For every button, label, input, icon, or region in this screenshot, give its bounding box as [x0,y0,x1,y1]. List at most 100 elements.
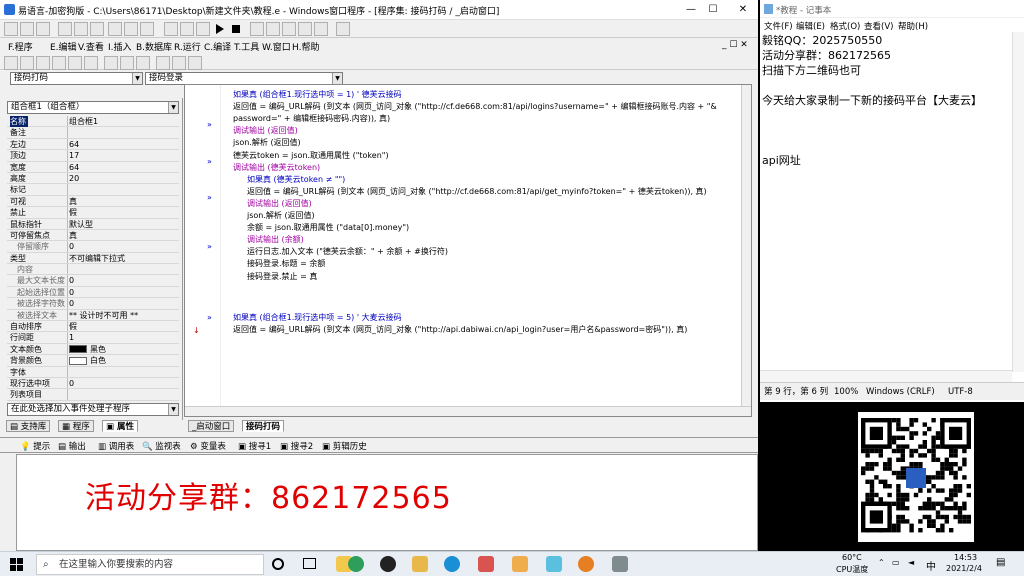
tab-variables[interactable]: ⚙ 变量表 [190,440,226,452]
property-row[interactable]: 禁止 假 [7,207,179,219]
tab-jiema-dama[interactable]: 接码打码 [242,420,285,432]
tab-program[interactable]: ▦ 程序 [58,420,94,432]
media-app-icon[interactable] [612,556,628,572]
code-line[interactable]: password=" + 编辑框接码密码.内容)), 真) [233,113,390,124]
output-panel[interactable]: 活动分享群：862172565 [16,454,758,551]
tab-call-table[interactable]: ▥ 调用表 [98,440,134,452]
notepad-hscrollbar[interactable] [760,370,1012,382]
property-row[interactable]: 字体 [7,367,179,378]
uncomment-icon[interactable] [68,56,82,70]
step-into-icon[interactable] [266,22,280,36]
code-line[interactable]: 调试输出 (德芙云token) [233,162,320,173]
maximize-icon[interactable]: ☐ [702,2,724,18]
code-line[interactable]: 如果真 (组合框1.现行选中项 = 5) ' 大麦云接码 [233,312,402,323]
np-menu-help[interactable]: 帮助(H) [898,20,928,32]
copy-icon[interactable] [74,22,88,36]
find-icon[interactable] [140,22,154,36]
cut-icon[interactable] [58,22,72,36]
property-row[interactable]: 可停留焦点 真 [7,230,179,242]
property-row[interactable]: 类型 不可编辑下拉式 [7,253,179,265]
clock-date[interactable]: 2021/2/4 [946,564,982,573]
property-row[interactable]: 自动排序 假 [7,321,179,333]
code-line[interactable]: 调试输出 (余额) [247,234,304,245]
align-icon[interactable] [180,22,194,36]
notification-icon[interactable]: ▤ [996,557,1005,568]
tab-support-lib[interactable]: ▤ 支持库 [6,420,51,432]
code-line[interactable]: 调试输出 (返回值) [233,125,298,136]
property-row[interactable]: 可视 真 [7,196,179,208]
menu-window[interactable]: W.窗口 [262,40,291,53]
minimize-icon[interactable]: — [680,2,702,18]
code-line[interactable]: 如果真 (德芙云token ≠ "") [247,174,345,185]
tab-search2[interactable]: ▣ 搜寻2 [280,440,313,452]
menu-help[interactable]: H.帮助 [292,40,319,53]
edge-app-icon[interactable] [348,556,364,572]
code-line[interactable]: 如果真 (组合框1.现行选中项 = 1) ' 德芙云接码 [233,89,402,100]
format-icon[interactable] [4,56,18,70]
menu-view[interactable]: V.查看 [78,40,104,53]
qq-app-icon[interactable] [380,556,396,572]
open-file-icon[interactable] [20,22,34,36]
stop-icon[interactable] [232,25,240,33]
property-row[interactable]: 名称 组合框1 [7,116,179,128]
clock-time[interactable]: 14:53 [954,553,977,562]
comment-icon[interactable] [52,56,66,70]
help-icon[interactable] [336,22,350,36]
property-row[interactable]: 现行选中项 0 [7,378,179,390]
menu-edit[interactable]: E.编辑 [50,40,77,53]
property-row[interactable]: 背景颜色 白色 [7,355,179,367]
menu-tools[interactable]: T.工具 [234,40,259,53]
step-out-icon[interactable] [282,22,296,36]
editor-vscrollbar[interactable] [741,85,751,416]
code-line[interactable]: 接码登录.禁止 = 真 [247,271,317,282]
save-icon[interactable] [36,22,50,36]
code-line[interactable]: 返回值 = 编码_URL解码 (到文本 (网页_访问_对象 ("http://a… [233,324,687,335]
np-menu-format[interactable]: 格式(O) [830,20,860,32]
run-icon[interactable] [216,24,224,34]
grid-icon[interactable] [196,22,210,36]
tab-output[interactable]: ▤ 输出 [58,440,86,452]
property-row[interactable]: 左边 64 [7,139,179,151]
property-row[interactable]: 备注 [7,127,179,139]
tab-hint[interactable]: 💡 提示 [20,440,50,452]
menu-compile[interactable]: C.编译 [204,40,231,53]
cortana-icon[interactable] [272,558,284,570]
tab-properties[interactable]: ▣ 属性 [102,420,139,432]
breakpoint-icon[interactable] [298,22,312,36]
menu-insert[interactable]: I.插入 [108,40,132,53]
notepad-text-area[interactable]: 毅铭QQ：2025750550 活动分享群：862172565 扫描下方二维码也可今… [760,32,1010,370]
taskbar-search-input[interactable]: ⌕ 在这里输入你要搜索的内容 [36,554,264,575]
distribute-icon[interactable] [156,56,170,70]
code-line[interactable]: 德芙云token = json.取通用属性 ("token") [233,150,389,161]
property-row[interactable]: 文本颜色 黑色 [7,344,179,356]
property-row[interactable]: 标记 [7,184,179,196]
property-row[interactable]: 宽度 64 [7,162,179,173]
code-line[interactable]: json.解析 (返回值) [247,210,315,221]
tab-clip-history[interactable]: ▣ 剪辑历史 [322,440,367,452]
align-right-icon[interactable] [136,56,150,70]
order-icon[interactable] [188,56,202,70]
code-editor[interactable]: 如果真 (组合框1.现行选中项 = 1) ' 德芙云接码返回值 = 编码_URL… [184,84,752,417]
same-size-icon[interactable] [172,56,186,70]
property-row[interactable]: 列表项目 [7,389,179,401]
browser-app-icon[interactable] [444,556,460,572]
watch-icon[interactable] [314,22,328,36]
close-icon[interactable]: ✕ [732,2,754,18]
windows-start-icon[interactable] [10,558,23,571]
notepad-app-icon[interactable] [546,556,562,572]
task-view-icon[interactable] [303,558,316,569]
indent-icon[interactable] [20,56,34,70]
np-menu-view[interactable]: 查看(V) [864,20,893,32]
mdi-controls[interactable]: _ ☐ ✕ [722,40,748,50]
tab-start-window[interactable]: _启动窗口 [188,420,235,432]
outdent-icon[interactable] [36,56,50,70]
np-menu-file[interactable]: 文件(F) [764,20,793,32]
align-center-icon[interactable] [120,56,134,70]
property-row[interactable]: 内容 [7,264,179,276]
layout-icon[interactable] [164,22,178,36]
editor-hscrollbar[interactable] [185,406,751,416]
easy-language-app-icon[interactable] [478,556,494,572]
property-row[interactable]: 行间距 1 [7,332,179,344]
menu-database[interactable]: B.数据库 [136,40,172,53]
code-line[interactable]: 接码登录.标题 = 余额 [247,258,325,269]
